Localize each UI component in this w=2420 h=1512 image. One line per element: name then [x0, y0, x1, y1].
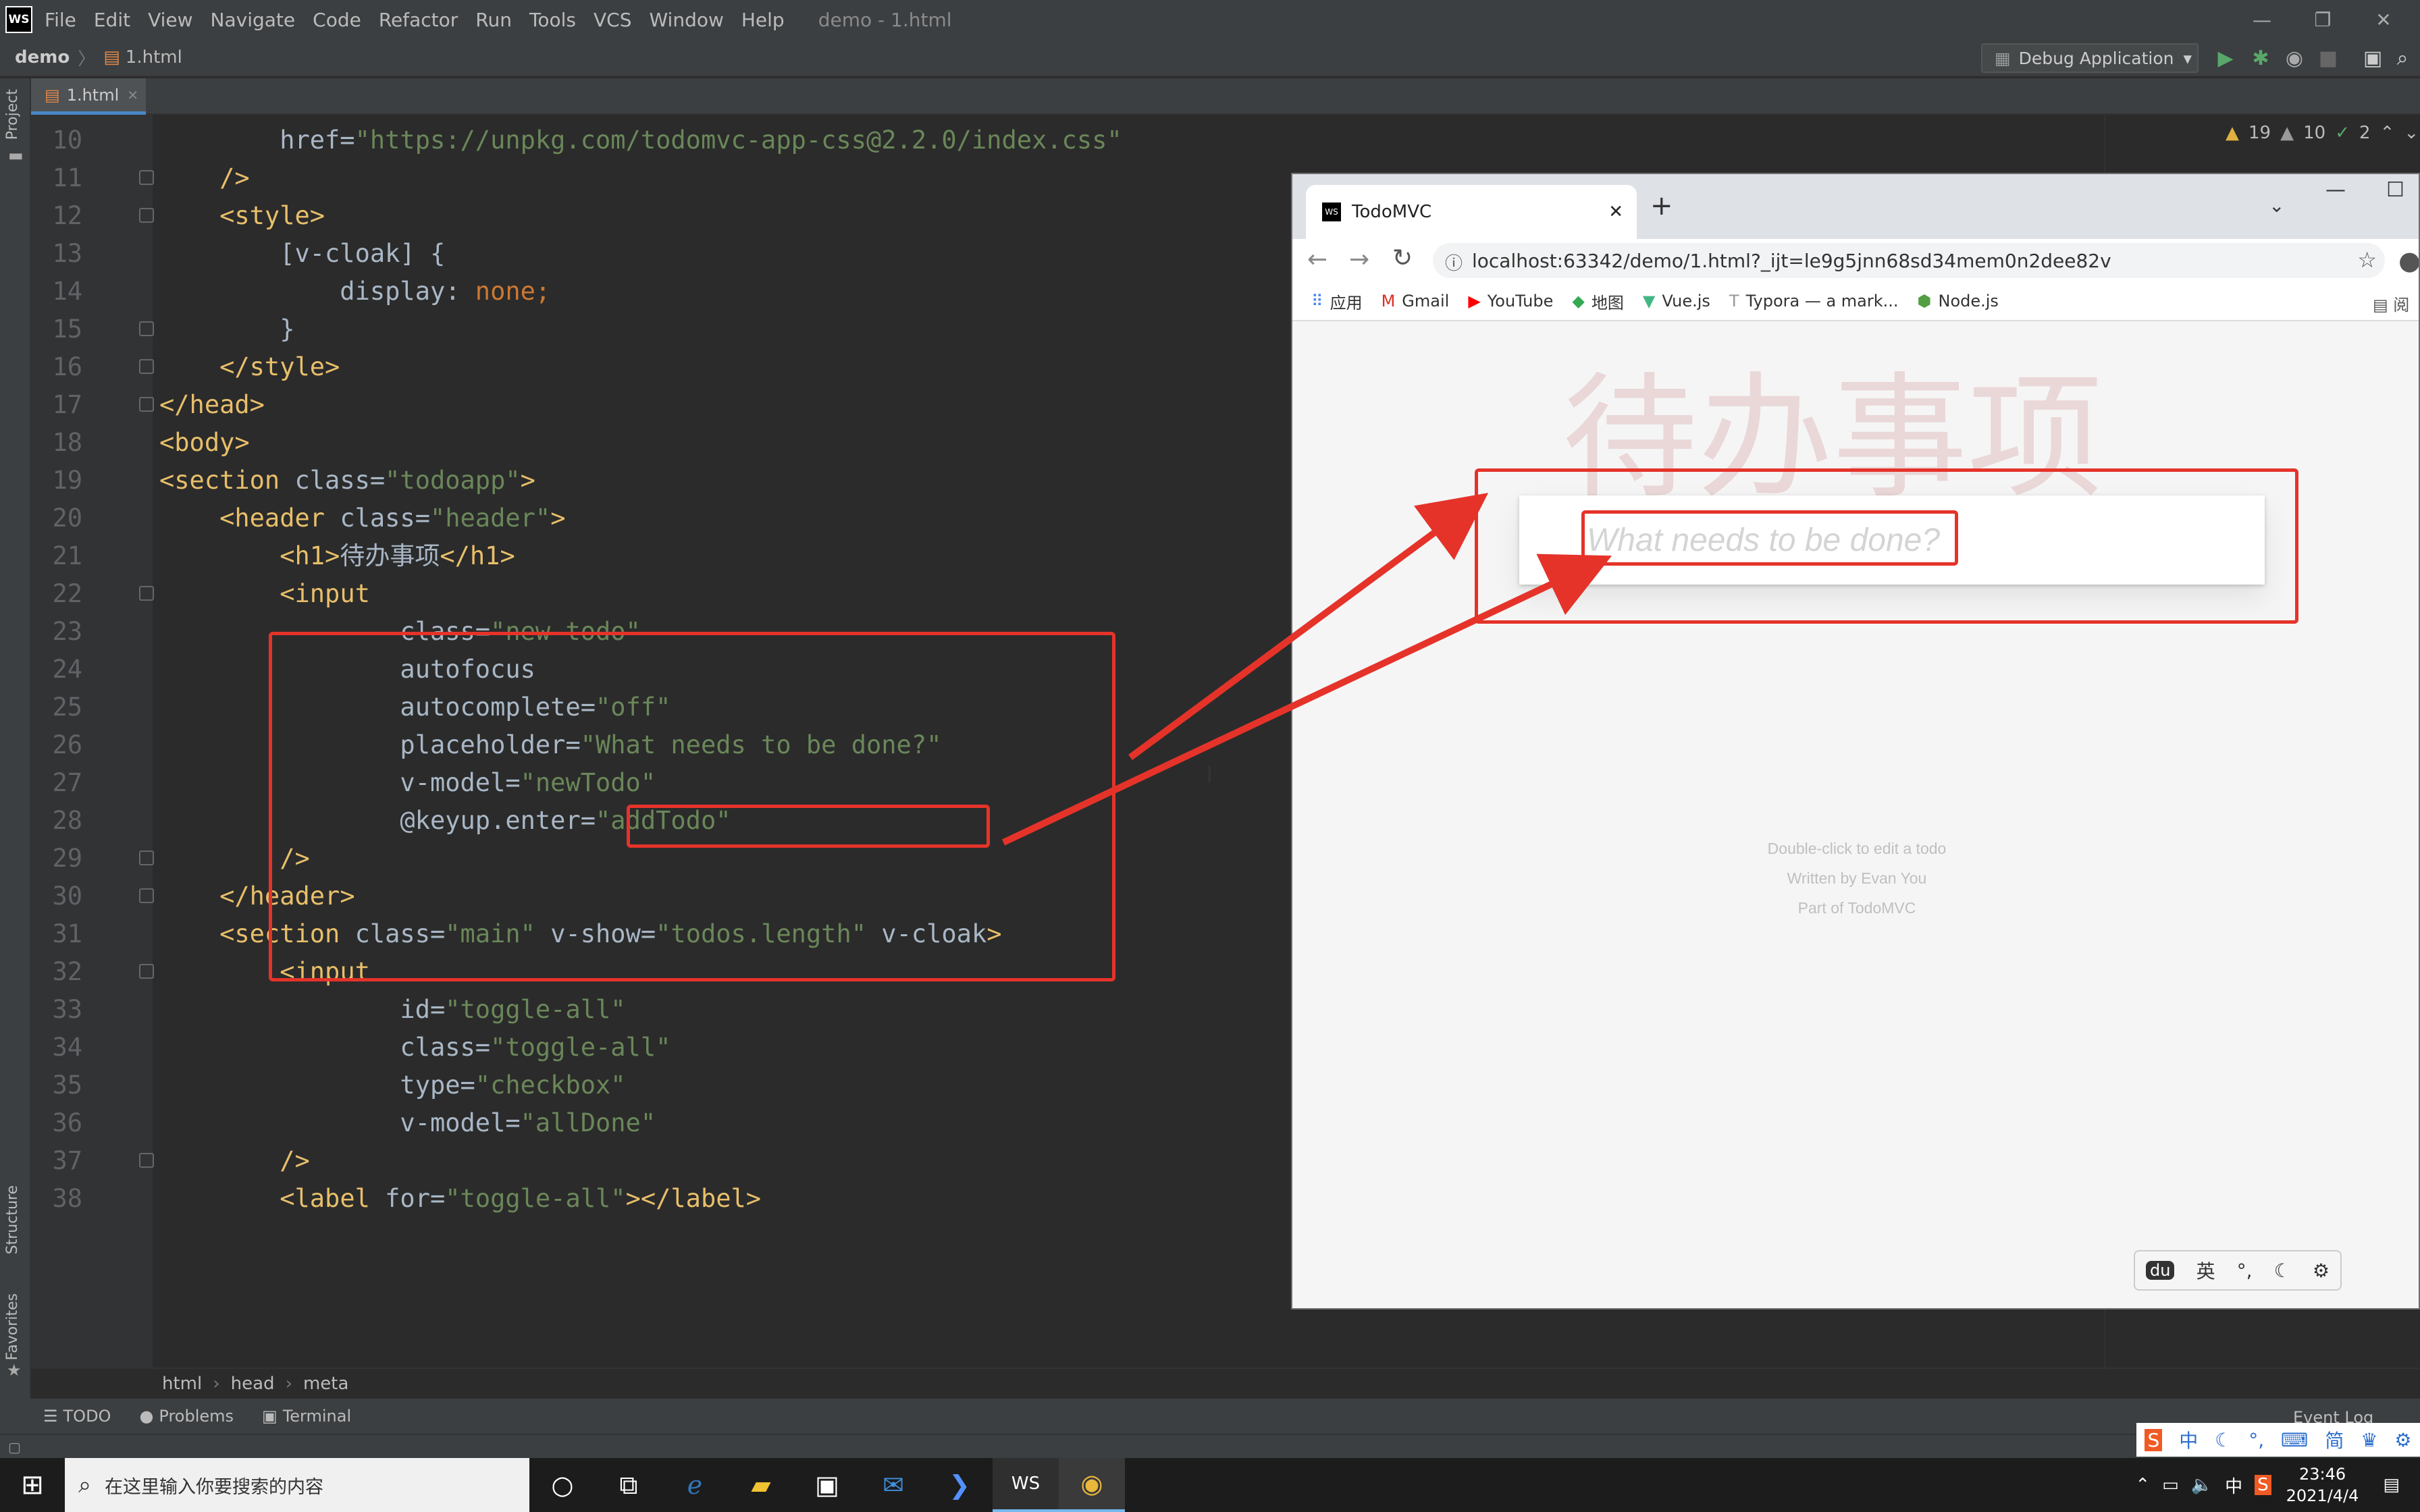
- baidu-paw-icon[interactable]: du: [2146, 1261, 2175, 1280]
- sogou-icon[interactable]: S: [2145, 1428, 2163, 1451]
- tray-chevron-up-icon[interactable]: ⌃: [2135, 1475, 2150, 1495]
- ime-floating-toolbar[interactable]: du 英 °, ☾ ⚙: [2134, 1250, 2342, 1291]
- store-icon[interactable]: ▣: [794, 1458, 860, 1512]
- notification-icon[interactable]: ▤: [2383, 1475, 2400, 1495]
- file-explorer-icon[interactable]: ▰: [728, 1458, 794, 1512]
- windows-taskbar: ⊞ ⌕ 在这里输入你要搜索的内容 ○ ⧉ ℯ ▰ ▣ ✉ ❯ WS ◉ ⌃ ▭ …: [0, 1458, 2420, 1512]
- task-view-icon[interactable]: ⧉: [596, 1458, 662, 1512]
- search-icon: ⌕: [78, 1472, 92, 1498]
- ime-status-toolbar[interactable]: S 中 ☾ °, ⌨ 简 ♛ ⚙: [2136, 1423, 2420, 1457]
- arrow-to-input-render: [1128, 493, 1489, 761]
- clock[interactable]: 23:46 2021/4/4: [2286, 1463, 2359, 1507]
- sogou-tray-icon[interactable]: S: [2255, 1475, 2271, 1495]
- volume-icon[interactable]: 🔈: [2191, 1475, 2213, 1495]
- powershell-icon[interactable]: ❯: [926, 1458, 993, 1512]
- ime-lang-indicator[interactable]: 中: [2179, 1426, 2198, 1453]
- start-button[interactable]: ⊞: [0, 1458, 65, 1512]
- punctuation-icon[interactable]: °,: [2237, 1260, 2253, 1282]
- taskbar-ime-indicator[interactable]: 中: [2225, 1473, 2242, 1498]
- clock-time: 23:46: [2298, 1465, 2346, 1484]
- chrome-icon[interactable]: ◉: [1059, 1458, 1125, 1512]
- mail-icon[interactable]: ✉: [860, 1458, 926, 1512]
- system-tray: ⌃ ▭ 🔈 中 S 23:46 2021/4/4 ▤: [2135, 1458, 2420, 1512]
- gear-icon[interactable]: ⚙: [2313, 1260, 2330, 1282]
- annotation-arrows: [1001, 493, 1612, 846]
- arrow-to-placeholder-render: [1001, 554, 1612, 846]
- punctuation-icon[interactable]: °,: [2248, 1429, 2264, 1451]
- taskbar-search-placeholder: 在这里输入你要搜索的内容: [105, 1476, 324, 1498]
- windows-logo-icon: ⊞: [21, 1469, 44, 1501]
- taskbar-search-box[interactable]: ⌕ 在这里输入你要搜索的内容: [65, 1458, 529, 1512]
- gear-icon[interactable]: ⚙: [2394, 1429, 2411, 1451]
- keyboard-icon[interactable]: ⌨: [2281, 1429, 2308, 1451]
- network-icon[interactable]: ▭: [2162, 1475, 2179, 1495]
- moon-icon[interactable]: ☾: [2215, 1429, 2232, 1451]
- cortana-icon[interactable]: ○: [529, 1458, 596, 1512]
- ime-simplified-toggle[interactable]: 简: [2325, 1426, 2344, 1453]
- webstorm-taskbar-icon[interactable]: WS: [993, 1458, 1059, 1512]
- edge-icon[interactable]: ℯ: [662, 1458, 728, 1512]
- clock-date: 2021/4/4: [2286, 1486, 2359, 1505]
- ime-english-toggle[interactable]: 英: [2197, 1257, 2215, 1284]
- skin-icon[interactable]: ♛: [2361, 1429, 2377, 1451]
- moon-icon[interactable]: ☾: [2274, 1260, 2291, 1282]
